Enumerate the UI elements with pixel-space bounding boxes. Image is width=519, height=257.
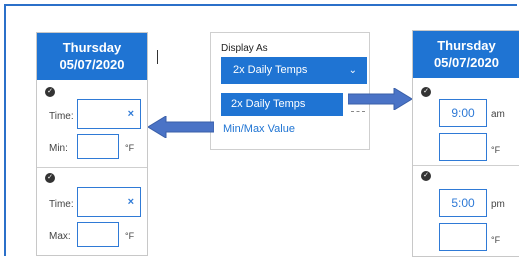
arrow-left-icon — [148, 116, 214, 138]
left-day-date: 05/07/2020 — [59, 57, 125, 72]
check-icon: ✓ — [45, 173, 55, 183]
time-value-pm: 5:00 — [451, 196, 475, 210]
arrow-right-icon — [348, 88, 412, 110]
clear-icon[interactable]: × — [128, 196, 134, 208]
time-input-1[interactable]: × — [77, 99, 141, 129]
min-label: Min: — [49, 143, 68, 154]
divider — [413, 165, 519, 166]
period-pm: pm — [491, 199, 505, 210]
divider — [37, 167, 147, 168]
time-input-2[interactable]: × — [77, 187, 141, 217]
text-cursor — [157, 50, 158, 64]
max-temp-unit: °F — [125, 231, 135, 241]
display-as-select[interactable]: 2x Daily Temps ⌄ — [221, 57, 367, 84]
check-icon: ✓ — [421, 87, 431, 97]
right-day-name: Thursday — [437, 38, 496, 53]
right-day-header: Thursday 05/07/2020 — [413, 31, 519, 78]
time-label-2: Time: — [49, 199, 74, 210]
clear-icon[interactable]: × — [128, 108, 134, 120]
min-temp-input[interactable] — [77, 134, 119, 159]
time-label-1: Time: — [49, 111, 74, 122]
option-min-max-value[interactable]: Min/Max Value — [223, 123, 295, 135]
chevron-down-icon: ⌄ — [348, 65, 357, 76]
display-as-dropdown: Display As 2x Daily Temps ⌄ 2x Daily Tem… — [210, 32, 370, 150]
check-icon: ✓ — [421, 171, 431, 181]
left-day-card: Thursday 05/07/2020 ✓ Time: × Min: °F ✓ … — [36, 32, 148, 256]
select-value: 2x Daily Temps — [233, 64, 308, 76]
temp-input-am[interactable] — [439, 133, 487, 161]
max-label: Max: — [49, 231, 71, 242]
temp-unit-pm: °F — [491, 235, 501, 245]
check-icon: ✓ — [45, 87, 55, 97]
period-am: am — [491, 109, 505, 120]
time-value-am: 9:00 — [451, 106, 475, 120]
time-input-am[interactable]: 9:00 — [439, 99, 487, 127]
display-as-label: Display As — [221, 43, 268, 54]
max-temp-input[interactable] — [77, 222, 119, 247]
left-day-name: Thursday — [62, 40, 122, 55]
temp-input-pm[interactable] — [439, 223, 487, 251]
right-day-date: 05/07/2020 — [433, 55, 500, 70]
option-2x-daily-temps[interactable]: 2x Daily Temps — [221, 93, 343, 116]
min-temp-unit: °F — [125, 143, 135, 153]
left-day-header: Thursday 05/07/2020 — [37, 33, 147, 80]
dashed-divider — [351, 111, 365, 112]
right-day-card: Thursday 05/07/2020 ✓ 9:00 am °F ✓ 5:00 … — [412, 30, 519, 257]
temp-unit-am: °F — [491, 145, 501, 155]
time-input-pm[interactable]: 5:00 — [439, 189, 487, 217]
